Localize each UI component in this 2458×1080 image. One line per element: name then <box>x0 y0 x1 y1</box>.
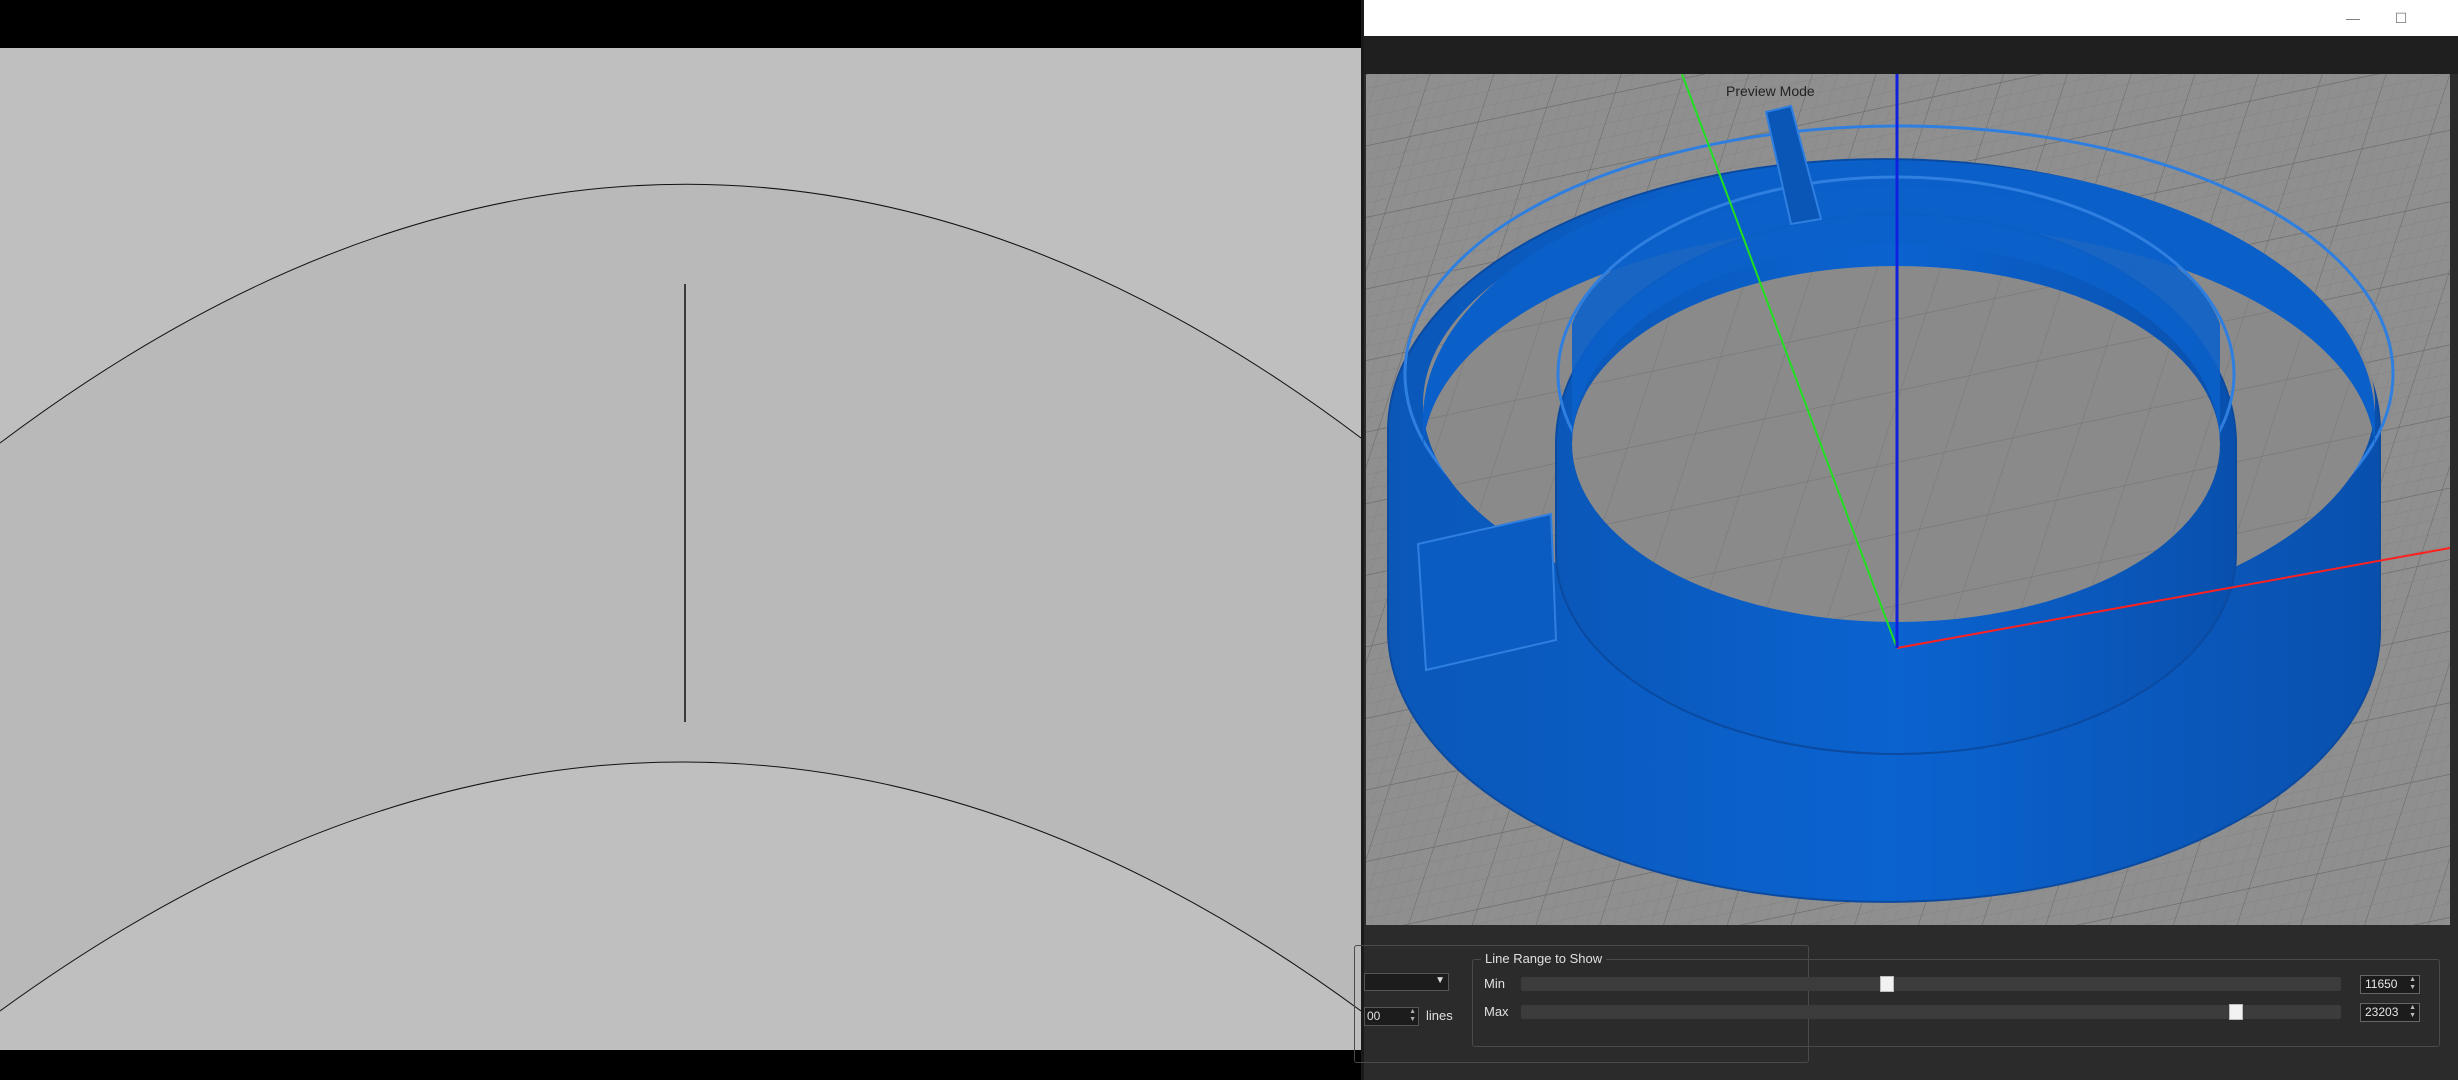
min-slider-handle[interactable] <box>1880 976 1894 992</box>
lines-unit-label: lines <box>1426 1008 1453 1023</box>
bottom-controls-panel: ▼ 00 ▲ ▼ lines Line Range to Show Min 116… <box>1354 925 2458 1080</box>
max-slider[interactable] <box>1521 1004 2341 1020</box>
lines-count-spinbox[interactable]: 00 ▲ ▼ <box>1364 1007 1419 1026</box>
min-label: Min <box>1484 976 1505 991</box>
3d-scene <box>1366 74 2450 925</box>
cad-drawing-canvas[interactable] <box>0 48 1361 1050</box>
spin-arrows-icon[interactable]: ▲ ▼ <box>2409 1004 2416 1020</box>
max-value: 23203 <box>2365 1005 2399 1019</box>
max-label: Max <box>1484 1004 1509 1019</box>
cad-drawing <box>0 183 1361 1012</box>
minimize-button[interactable]: — <box>2329 0 2377 36</box>
line-range-group <box>1472 959 2440 1047</box>
left-top-bar <box>0 0 1361 48</box>
annular-band-fill <box>0 184 1361 1011</box>
toolbar-strip <box>1364 36 2458 74</box>
max-spinbox[interactable]: 23203 ▲ ▼ <box>2360 1003 2420 1022</box>
line-range-title: Line Range to Show <box>1481 951 1607 966</box>
3d-preview-viewport[interactable]: Preview Mode <box>1366 74 2450 925</box>
slicer-preview-window: — ☐ Preview Mode ▼ 00 ▲ ▼ lines Line Ran… <box>1354 0 2458 1080</box>
spin-arrows-icon[interactable]: ▲ ▼ <box>2409 976 2416 992</box>
chevron-down-icon: ▼ <box>1435 975 1445 986</box>
title-bar: — ☐ <box>1364 0 2458 36</box>
preview-mode-label: Preview Mode <box>1726 83 1815 99</box>
maximize-button[interactable]: ☐ <box>2377 0 2425 36</box>
left-bottom-bar <box>0 1050 1361 1080</box>
min-spinbox[interactable]: 11650 ▲ ▼ <box>2360 975 2420 994</box>
display-mode-dropdown[interactable]: ▼ <box>1364 973 1449 991</box>
lines-count-value: 00 <box>1367 1009 1381 1023</box>
max-slider-handle[interactable] <box>2229 1004 2243 1020</box>
min-slider[interactable] <box>1521 976 2341 992</box>
spin-arrows-icon[interactable]: ▲ ▼ <box>1409 1008 1416 1024</box>
min-value: 11650 <box>2365 977 2398 991</box>
